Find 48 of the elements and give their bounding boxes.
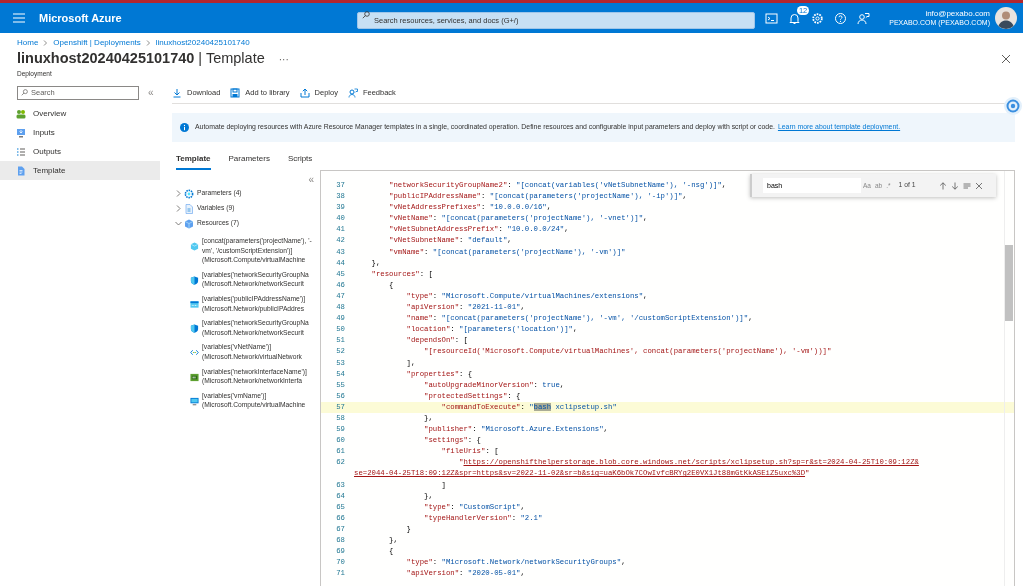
- scrollbar[interactable]: [1004, 171, 1014, 586]
- lines-icon[interactable]: [962, 181, 971, 190]
- list-icon: [16, 146, 26, 157]
- close-icon[interactable]: [1001, 54, 1011, 64]
- tab[interactable]: Parameters: [228, 153, 270, 170]
- chevron-icon: [43, 40, 49, 46]
- app-title: Microsoft Azure: [39, 10, 123, 26]
- chevron-icon[interactable]: [175, 220, 182, 227]
- info-icon: [180, 123, 189, 132]
- breadcrumb-link[interactable]: linuxhost20240425101740: [155, 37, 250, 49]
- chevron-icon[interactable]: [175, 205, 182, 212]
- document-icon: [184, 203, 194, 214]
- avatar[interactable]: [995, 7, 1017, 29]
- collapse-button[interactable]: «: [148, 85, 154, 100]
- gear-icon: [184, 188, 194, 199]
- menu-icon[interactable]: [13, 13, 25, 23]
- upload-icon: [299, 87, 310, 98]
- sidebar-item[interactable]: Template: [0, 161, 160, 180]
- download-icon: [172, 87, 182, 98]
- network-card-icon: [190, 299, 199, 309]
- close-icon[interactable]: [974, 181, 983, 190]
- chip-icon: [190, 372, 199, 382]
- cube-icon: [184, 218, 194, 229]
- shield-icon: [190, 275, 199, 285]
- more-button[interactable]: ···: [278, 51, 289, 67]
- sidebar-item[interactable]: Overview: [0, 104, 160, 123]
- chevron-icon[interactable]: [175, 190, 182, 197]
- tab[interactable]: Scripts: [287, 153, 313, 170]
- arrow-up-icon[interactable]: [938, 181, 947, 190]
- feedback-icon: [347, 87, 358, 98]
- page-title: linuxhost20240425101740 | Template: [17, 49, 265, 69]
- people-icon: [16, 108, 26, 119]
- monitor-icon: [190, 396, 199, 406]
- monitor-icon: [16, 127, 26, 138]
- arrow-down-icon[interactable]: [950, 181, 959, 190]
- ring-icon[interactable]: [1003, 96, 1023, 116]
- breadcrumb-link[interactable]: Openshift | Deployments: [53, 37, 141, 49]
- code-brackets-icon: [190, 348, 199, 358]
- breadcrumb-link[interactable]: Home: [17, 37, 39, 49]
- document-icon: [16, 165, 26, 176]
- tab[interactable]: Template: [176, 153, 211, 170]
- account-email: info@pexabo.com: [924, 9, 990, 18]
- sidebar-item[interactable]: Inputs: [0, 123, 160, 142]
- shield-icon: [190, 324, 199, 334]
- chevron-icon: [145, 40, 151, 46]
- sidebar-item[interactable]: Outputs: [0, 142, 160, 161]
- collapse-button[interactable]: «: [308, 172, 314, 187]
- cube-icon: [190, 242, 199, 251]
